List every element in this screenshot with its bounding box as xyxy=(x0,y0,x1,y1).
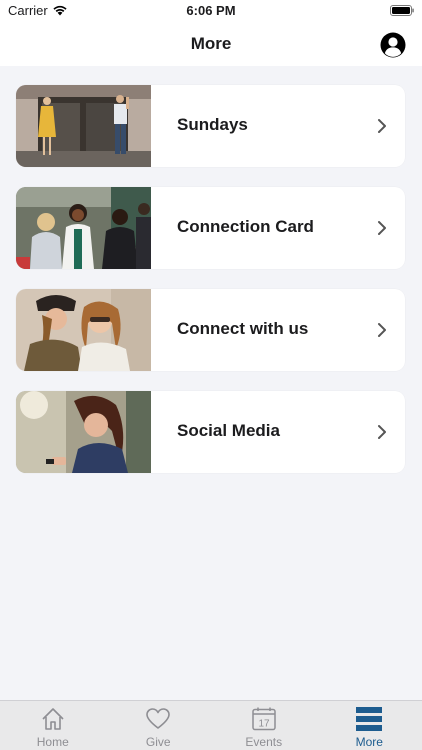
tab-label: Give xyxy=(145,735,171,749)
chevron-right-icon xyxy=(378,323,386,337)
chevron-right-icon xyxy=(378,425,386,439)
navigation-bar: More xyxy=(0,22,422,66)
calendar-icon: 17 xyxy=(252,707,276,731)
menu-item-label: Sundays xyxy=(177,115,248,134)
calendar-day: 17 xyxy=(258,719,270,730)
profile-icon[interactable] xyxy=(380,32,406,58)
menu-lines-icon xyxy=(356,707,383,731)
more-menu-list: Sundays Connection Card Connect with us … xyxy=(16,85,405,493)
menu-item-connect-with-us[interactable]: Connect with us xyxy=(16,289,405,371)
status-time: 6:06 PM xyxy=(186,3,236,18)
woman-phone-photo xyxy=(16,391,151,473)
menu-item-social-media[interactable]: Social Media xyxy=(16,391,405,473)
menu-item-connection-card[interactable]: Connection Card xyxy=(16,187,405,269)
tab-label: Home xyxy=(36,735,69,749)
menu-item-label: Connect with us xyxy=(177,319,309,338)
tab-label: Events xyxy=(245,735,283,749)
tab-home[interactable]: Home xyxy=(0,701,106,750)
tab-label: More xyxy=(355,735,383,749)
battery-icon xyxy=(390,5,414,16)
page-title: More xyxy=(190,34,232,53)
church-entrance-photo xyxy=(16,85,151,167)
people-chatting-photo xyxy=(16,187,151,269)
friends-hugging-photo xyxy=(16,289,151,371)
tab-events[interactable]: 17 Events xyxy=(211,701,317,750)
house-icon xyxy=(42,708,64,730)
chevron-right-icon xyxy=(378,221,386,235)
chevron-right-icon xyxy=(378,119,386,133)
tab-more[interactable]: More xyxy=(317,701,422,750)
menu-item-sundays[interactable]: Sundays xyxy=(16,85,405,167)
more-screen: Carrier 6:06 PM More Sundays Connection … xyxy=(0,0,422,750)
status-bar: Carrier 6:06 PM xyxy=(0,0,422,22)
heart-icon xyxy=(146,708,171,729)
tab-give[interactable]: Give xyxy=(106,701,212,750)
menu-item-label: Connection Card xyxy=(177,217,314,236)
menu-item-label: Social Media xyxy=(177,421,280,440)
tab-bar: Home Give 17 Events More xyxy=(0,700,422,750)
